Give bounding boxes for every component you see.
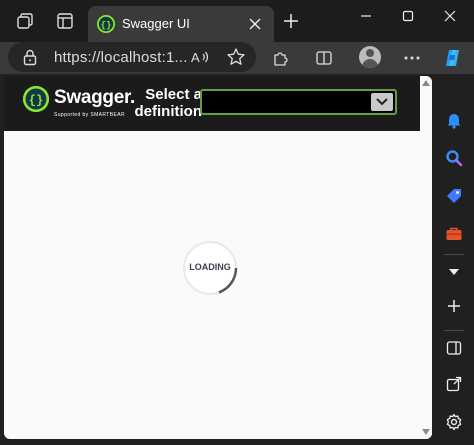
page-viewport: {} Swagger. Supported by SMARTBEAR Selec… [4,76,432,439]
close-window-icon[interactable] [430,4,470,28]
read-aloud-icon[interactable]: A [190,48,212,66]
shopping-tag-icon[interactable] [442,184,466,208]
lock-icon[interactable] [22,48,38,66]
svg-text:{}: {} [29,94,43,108]
maximize-icon[interactable] [388,4,428,28]
extensions-icon[interactable] [269,46,293,70]
definition-select[interactable] [200,89,397,115]
chevron-down-icon[interactable] [371,93,393,111]
loading-text: LOADING [189,262,231,272]
edge-sidebar [434,74,474,445]
caret-down-icon[interactable] [442,260,466,284]
split-screen-icon[interactable] [312,46,336,70]
page-scrollbar[interactable] [420,76,432,439]
scroll-down-icon[interactable] [422,429,430,435]
swagger-logo-subtitle: Supported by SMARTBEAR [54,112,125,118]
search-icon[interactable] [442,146,466,170]
hide-sidebar-icon[interactable] [442,336,466,360]
bell-icon[interactable] [442,108,466,132]
svg-text:{}: {} [101,21,112,31]
workspaces-icon[interactable] [14,10,36,32]
profile-avatar[interactable] [359,46,381,68]
open-external-icon[interactable] [442,372,466,396]
swagger-favicon-icon: {} [96,14,116,34]
tab-strip: {} Swagger UI [0,0,474,42]
new-tab-button[interactable] [280,10,302,32]
svg-text:A: A [191,50,200,65]
sidebar-divider [444,254,464,255]
more-options-icon[interactable] [400,46,424,70]
add-icon[interactable] [442,294,466,318]
swagger-topbar: {} Swagger. Supported by SMARTBEAR Selec… [4,76,432,131]
minimize-icon[interactable] [346,4,386,28]
scroll-up-icon[interactable] [422,80,430,86]
swagger-logo-icon[interactable]: {} [23,86,49,112]
settings-gear-icon[interactable] [442,410,466,434]
close-tab-icon[interactable] [246,15,264,33]
address-bar[interactable]: https://localhost:1... A [8,42,256,72]
tab-actions-icon[interactable] [54,10,76,32]
browser-toolbar: https://localhost:1... A [0,42,474,74]
active-tab[interactable]: {} Swagger UI [88,6,274,42]
copilot-icon[interactable] [440,46,464,70]
tools-briefcase-icon[interactable] [442,222,466,246]
select-definition-label: Select a definition [134,86,203,120]
sidebar-divider [444,330,464,331]
address-url: https://localhost:1... [54,49,188,66]
favorite-star-icon[interactable] [226,47,246,67]
tab-title: Swagger UI [122,16,190,31]
